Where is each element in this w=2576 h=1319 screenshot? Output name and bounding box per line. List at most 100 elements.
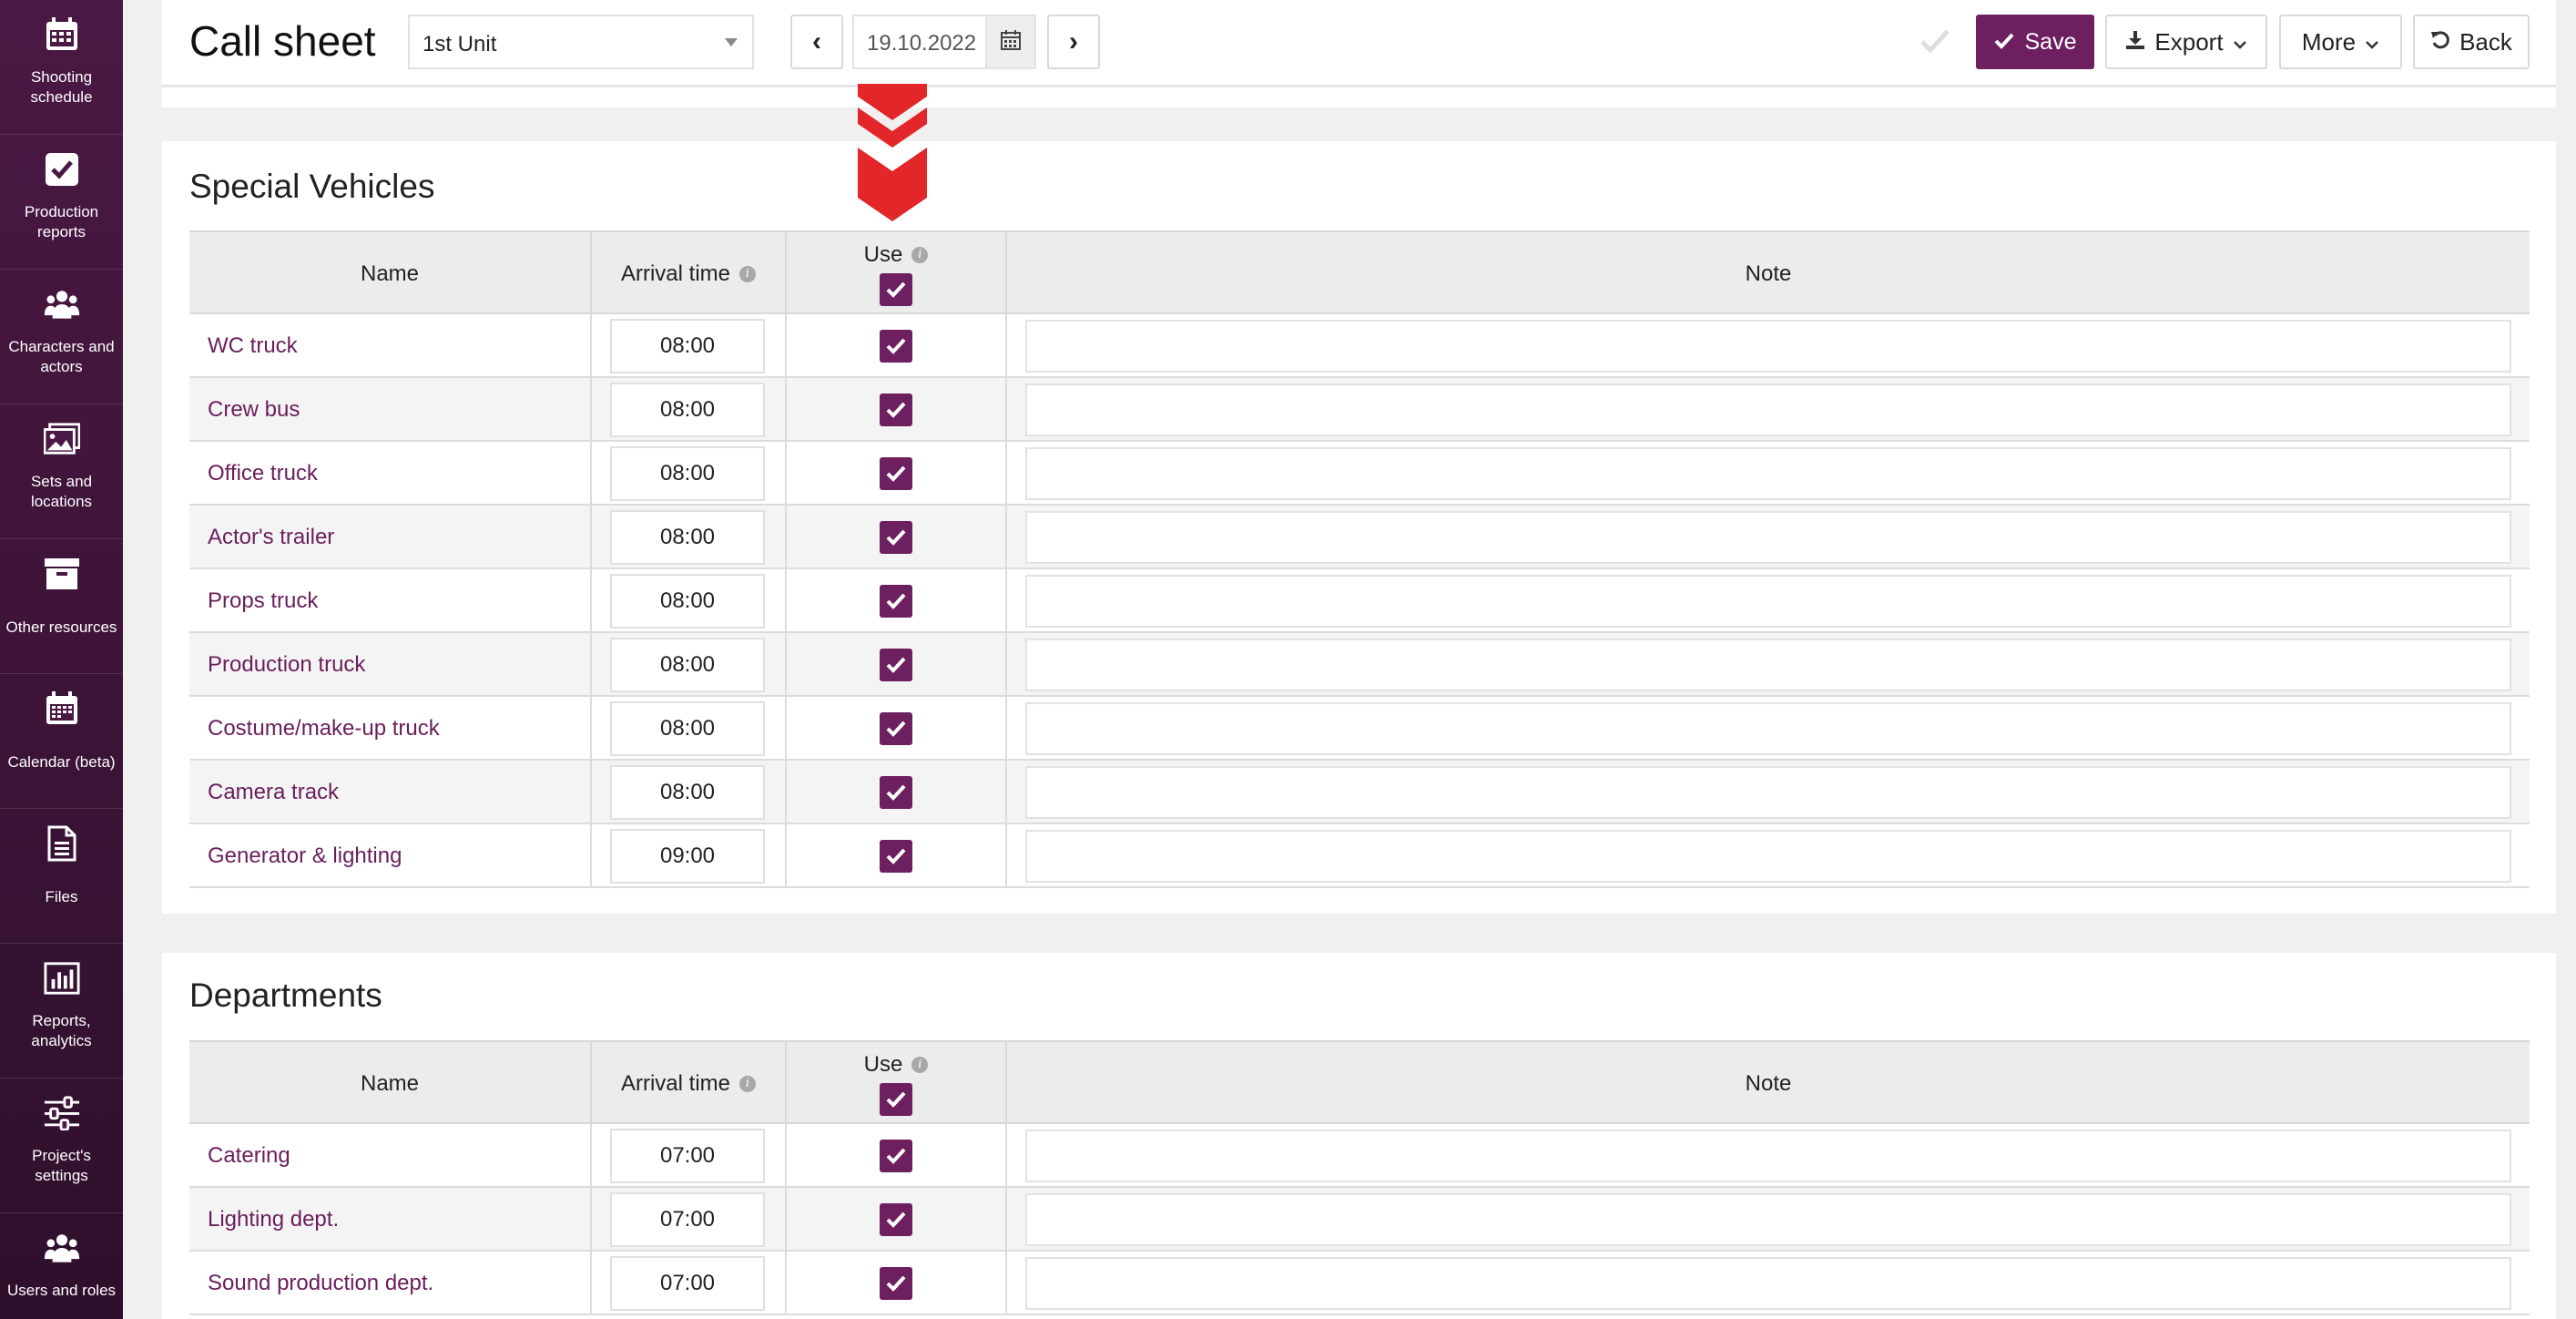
info-icon[interactable]: i [739, 266, 756, 282]
row-name-link[interactable]: Production truck [189, 652, 365, 678]
departments-table: Name Arrival time i Use i Note Catering 0… [189, 1040, 2530, 1319]
note-input[interactable] [1025, 447, 2511, 500]
use-checkbox[interactable] [880, 840, 912, 873]
note-input[interactable] [1025, 320, 2511, 373]
next-date-button[interactable]: › [1047, 15, 1100, 69]
check-icon [886, 1148, 906, 1164]
use-checkbox[interactable] [880, 776, 912, 809]
table-row: Generator & lighting 09:00 [189, 824, 2530, 888]
sidebar-item-production-reports[interactable]: Production reports [0, 135, 123, 270]
chevron-down-icon [2365, 28, 2379, 56]
use-checkbox[interactable] [880, 457, 912, 490]
info-icon[interactable]: i [739, 1076, 756, 1092]
sidebar-item-label: Project's settings [32, 1147, 91, 1184]
sidebar-item-sets-locations[interactable]: Sets and locations [0, 404, 123, 539]
note-input[interactable] [1025, 511, 2511, 564]
use-cell [787, 761, 1007, 824]
row-name-link[interactable]: Office truck [189, 461, 318, 486]
note-input[interactable] [1025, 383, 2511, 436]
check-icon [886, 338, 906, 354]
arrival-time-input[interactable]: 09:00 [610, 829, 765, 884]
name-cell: Actor's trailer [189, 506, 592, 569]
arrival-time-input[interactable]: 07:00 [610, 1129, 765, 1183]
row-name-link[interactable]: Actor's trailer [189, 525, 334, 550]
note-input[interactable] [1025, 1193, 2511, 1246]
column-arrival-label: Arrival time [620, 261, 730, 286]
note-input[interactable] [1025, 1257, 2511, 1310]
sidebar-item-files[interactable]: Files [0, 809, 123, 944]
use-checkbox[interactable] [880, 1140, 912, 1172]
sidebar-item-label: Characters and actors [8, 338, 115, 375]
saved-check-icon [1919, 27, 1950, 59]
unit-select[interactable]: 1st Unit [408, 15, 754, 69]
arrival-time-input[interactable]: 08:00 [610, 765, 765, 820]
arrival-cell: 07:00 [592, 1188, 787, 1252]
checkbox-icon [44, 151, 80, 188]
back-button[interactable]: Back [2413, 15, 2530, 69]
arrival-cell: 08:00 [592, 569, 787, 633]
use-cell [787, 697, 1007, 761]
row-name-link[interactable]: Props truck [189, 588, 318, 614]
sidebar-item-characters-actors[interactable]: Characters and actors [0, 270, 123, 404]
note-input[interactable] [1025, 766, 2511, 819]
export-button[interactable]: Export [2105, 15, 2267, 69]
note-input[interactable] [1025, 575, 2511, 628]
row-name-link[interactable]: Lighting dept. [189, 1207, 339, 1232]
sidebar-item-other-resources[interactable]: Other resources [0, 539, 123, 674]
sidebar-item-reports-analytics[interactable]: Reports, analytics [0, 944, 123, 1079]
use-checkbox[interactable] [880, 1203, 912, 1236]
sliders-icon [44, 1095, 80, 1131]
arrival-time-input[interactable]: 07:00 [610, 1192, 765, 1247]
sidebar-item-calendar[interactable]: Calendar (beta) [0, 674, 123, 809]
use-checkbox[interactable] [880, 330, 912, 363]
arrival-time-input[interactable]: 07:00 [610, 1256, 765, 1311]
sidebar-item-label: Reports, analytics [31, 1012, 92, 1049]
note-cell [1007, 697, 2530, 761]
use-cell [787, 1188, 1007, 1252]
row-name-link[interactable]: Sound production dept. [189, 1271, 433, 1296]
row-name-link[interactable]: Generator & lighting [189, 844, 402, 869]
use-checkbox[interactable] [880, 1267, 912, 1300]
unit-select-value: 1st Unit [423, 32, 497, 56]
note-input[interactable] [1025, 1130, 2511, 1182]
select-all-checkbox[interactable] [880, 273, 912, 306]
row-name-link[interactable]: WC truck [189, 333, 298, 359]
use-checkbox[interactable] [880, 394, 912, 426]
arrival-time-input[interactable]: 08:00 [610, 638, 765, 692]
check-icon [886, 657, 906, 673]
sidebar-item-project-settings[interactable]: Project's settings [0, 1079, 123, 1213]
note-input[interactable] [1025, 830, 2511, 883]
use-checkbox[interactable] [880, 712, 912, 745]
info-icon[interactable]: i [911, 247, 929, 263]
arrival-time-input[interactable]: 08:00 [610, 446, 765, 501]
chevron-down-icon [2233, 28, 2247, 56]
arrival-time-input[interactable]: 08:00 [610, 574, 765, 629]
sidebar-item-users-roles[interactable]: Users and roles [0, 1213, 123, 1319]
undo-icon [2430, 28, 2450, 56]
save-button[interactable]: Save [1976, 15, 2094, 69]
use-checkbox[interactable] [880, 585, 912, 618]
use-checkbox[interactable] [880, 649, 912, 681]
row-name-link[interactable]: Crew bus [189, 397, 300, 423]
more-button[interactable]: More [2279, 15, 2402, 69]
arrival-time-input[interactable]: 08:00 [610, 701, 765, 756]
arrival-time-input[interactable]: 08:00 [610, 319, 765, 373]
row-name-link[interactable]: Costume/make-up truck [189, 716, 440, 741]
use-cell [787, 569, 1007, 633]
arrival-time-input[interactable]: 08:00 [610, 383, 765, 437]
calendar-picker-button[interactable] [985, 15, 1036, 69]
table-row: Camera track 08:00 [189, 761, 2530, 824]
arrival-time-input[interactable]: 08:00 [610, 510, 765, 565]
note-input[interactable] [1025, 639, 2511, 691]
row-name-link[interactable]: Catering [189, 1143, 290, 1169]
row-name-link[interactable]: Camera track [189, 780, 339, 805]
prev-date-button[interactable]: ‹ [790, 15, 843, 69]
note-input[interactable] [1025, 702, 2511, 755]
sidebar-item-shooting-schedule[interactable]: Shooting schedule [0, 0, 123, 135]
info-icon[interactable]: i [911, 1057, 929, 1073]
header-bar: Call sheet 1st Unit ‹ 19.10.2022 › Save … [162, 0, 2556, 87]
select-all-checkbox[interactable] [880, 1083, 912, 1116]
use-checkbox[interactable] [880, 521, 912, 554]
name-cell: Sound production dept. [189, 1252, 592, 1315]
name-cell: Crew bus [189, 378, 592, 442]
